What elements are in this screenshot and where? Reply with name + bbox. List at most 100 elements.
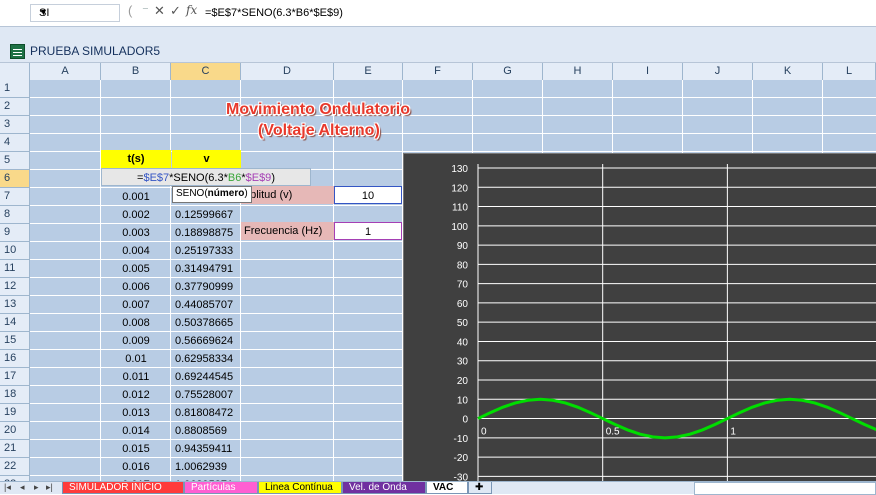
column-header-e[interactable]: E — [334, 63, 403, 80]
cell-v[interactable]: 0.69244545 — [171, 368, 241, 386]
cell-v[interactable]: 0.25197333 — [171, 242, 241, 260]
workbook-title: PRUEBA SIMULADOR5 — [30, 44, 160, 58]
sheet-tab[interactable]: Linea Contínua — [258, 482, 342, 494]
chevron-down-icon[interactable]: ▼ — [39, 7, 115, 17]
row-header-13[interactable]: 13 — [0, 296, 30, 314]
cell-t[interactable]: 0.016 — [101, 458, 171, 476]
workbook-titlebar: PRUEBA SIMULADOR5 — [0, 40, 876, 63]
row-header-19[interactable]: 19 — [0, 404, 30, 422]
y-tick-label: 80 — [457, 260, 469, 271]
cell-v[interactable]: 0.75528007 — [171, 386, 241, 404]
column-header-j[interactable]: J — [683, 63, 753, 80]
row-header-15[interactable]: 15 — [0, 332, 30, 350]
sheet-tab[interactable]: SIMULADOR INICIO — [62, 482, 184, 494]
formula-input[interactable]: =$E$7*SENO(6.3*B6*$E$9) — [205, 7, 343, 19]
row-header-14[interactable]: 14 — [0, 314, 30, 332]
cell-v[interactable]: 0.56669624 — [171, 332, 241, 350]
row-header-22[interactable]: 22 — [0, 458, 30, 476]
cell-v[interactable]: 0.12599667 — [171, 206, 241, 224]
cell-t[interactable]: 0.015 — [101, 440, 171, 458]
fx-icon[interactable]: fx — [186, 3, 197, 17]
row-header-16[interactable]: 16 — [0, 350, 30, 368]
amplitude-label: nplitud (v) — [241, 186, 334, 204]
x-icon[interactable]: ✕ — [154, 3, 165, 19]
cell-t[interactable]: 0.01 — [101, 350, 171, 368]
column-header-g[interactable]: G — [473, 63, 543, 80]
formula-paren-icon: ( — [128, 3, 132, 18]
name-box[interactable]: SI ▼ — [30, 4, 120, 22]
cell-t[interactable]: 0.007 — [101, 296, 171, 314]
column-header-i[interactable]: I — [613, 63, 683, 80]
column-header-b[interactable]: B — [101, 63, 171, 80]
cell-t[interactable]: 0.013 — [101, 404, 171, 422]
row-header-21[interactable]: 21 — [0, 440, 30, 458]
last-sheet-icon[interactable]: ▸| — [46, 482, 53, 493]
row-header-17[interactable]: 17 — [0, 368, 30, 386]
add-sheet-icon[interactable]: ✚ — [468, 482, 492, 494]
column-header-d[interactable]: D — [241, 63, 334, 80]
cell-v[interactable]: 0.31494791 — [171, 260, 241, 278]
y-tick-label: 120 — [451, 183, 468, 194]
cell-t[interactable]: 0.003 — [101, 224, 171, 242]
y-tick-label: 90 — [457, 241, 469, 252]
column-header-c[interactable]: C — [171, 63, 241, 80]
cell-v[interactable]: 0.18898875 — [171, 224, 241, 242]
first-sheet-icon[interactable]: |◂ — [4, 482, 11, 493]
header-v[interactable]: v — [172, 150, 241, 168]
row-header-8[interactable]: 8 — [0, 206, 30, 224]
formula-icons: ( ⁻ ✕ ✓ fx — [124, 3, 200, 21]
column-header-h[interactable]: H — [543, 63, 613, 80]
check-icon[interactable]: ✓ — [170, 3, 181, 19]
frequency-value[interactable]: 1 — [334, 222, 402, 240]
sheet-tab[interactable]: VAC — [426, 482, 468, 494]
row-header-2[interactable]: 2 — [0, 98, 30, 116]
cell-t[interactable]: 0.002 — [101, 206, 171, 224]
amplitude-value[interactable]: 10 — [334, 186, 402, 204]
row-header-1[interactable]: 1 — [0, 80, 30, 98]
cell-t[interactable]: 0.009 — [101, 332, 171, 350]
y-tick-label: 40 — [457, 337, 469, 348]
cell-t[interactable]: 0.008 — [101, 314, 171, 332]
row-header-12[interactable]: 12 — [0, 278, 30, 296]
cell-t[interactable]: 0.014 — [101, 422, 171, 440]
cell-v[interactable]: 1.0062939 — [171, 458, 241, 476]
next-sheet-icon[interactable]: ▸ — [34, 482, 39, 493]
wave-chart[interactable]: 1301201101009080706050403020100-10-20-30… — [403, 153, 876, 482]
header-t[interactable]: t(s) — [101, 150, 171, 168]
column-header-f[interactable]: F — [403, 63, 473, 80]
cell-v[interactable]: 0.8808569 — [171, 422, 241, 440]
cell-v[interactable]: 0.50378665 — [171, 314, 241, 332]
excel-sheet-icon — [10, 44, 25, 59]
select-all-corner[interactable] — [0, 63, 30, 80]
row-header-7[interactable]: 7 — [0, 188, 30, 206]
cell-v[interactable]: 0.81808472 — [171, 404, 241, 422]
editing-cell[interactable]: =$E$7*SENO(6.3*B6*$E$9) — [101, 168, 311, 186]
column-header-a[interactable]: A — [30, 63, 101, 80]
row-header-6[interactable]: 6 — [0, 170, 30, 188]
cell-t[interactable]: 0.001 — [101, 188, 171, 206]
row-header-4[interactable]: 4 — [0, 134, 30, 152]
row-header-9[interactable]: 9 — [0, 224, 30, 242]
row-header-10[interactable]: 10 — [0, 242, 30, 260]
cell-t[interactable]: 0.012 — [101, 386, 171, 404]
row-gridline — [30, 115, 876, 116]
cell-t[interactable]: 0.006 — [101, 278, 171, 296]
sheet-tab[interactable]: Partículas — [184, 482, 258, 494]
column-header-k[interactable]: K — [753, 63, 823, 80]
row-header-3[interactable]: 3 — [0, 116, 30, 134]
sheet-tab[interactable]: Vel. de Onda — [342, 482, 426, 494]
column-header-l[interactable]: L — [823, 63, 876, 80]
cell-v[interactable]: 0.62958334 — [171, 350, 241, 368]
cell-v[interactable]: 0.37790999 — [171, 278, 241, 296]
row-header-18[interactable]: 18 — [0, 386, 30, 404]
cell-t[interactable]: 0.005 — [101, 260, 171, 278]
prev-sheet-icon[interactable]: ◂ — [20, 482, 25, 493]
row-header-20[interactable]: 20 — [0, 422, 30, 440]
row-header-5[interactable]: 5 — [0, 152, 30, 170]
cell-v[interactable]: 0.44085707 — [171, 296, 241, 314]
cell-t[interactable]: 0.011 — [101, 368, 171, 386]
row-header-11[interactable]: 11 — [0, 260, 30, 278]
horizontal-scrollbar[interactable] — [694, 482, 876, 495]
cell-v[interactable]: 0.94359411 — [171, 440, 241, 458]
cell-t[interactable]: 0.004 — [101, 242, 171, 260]
